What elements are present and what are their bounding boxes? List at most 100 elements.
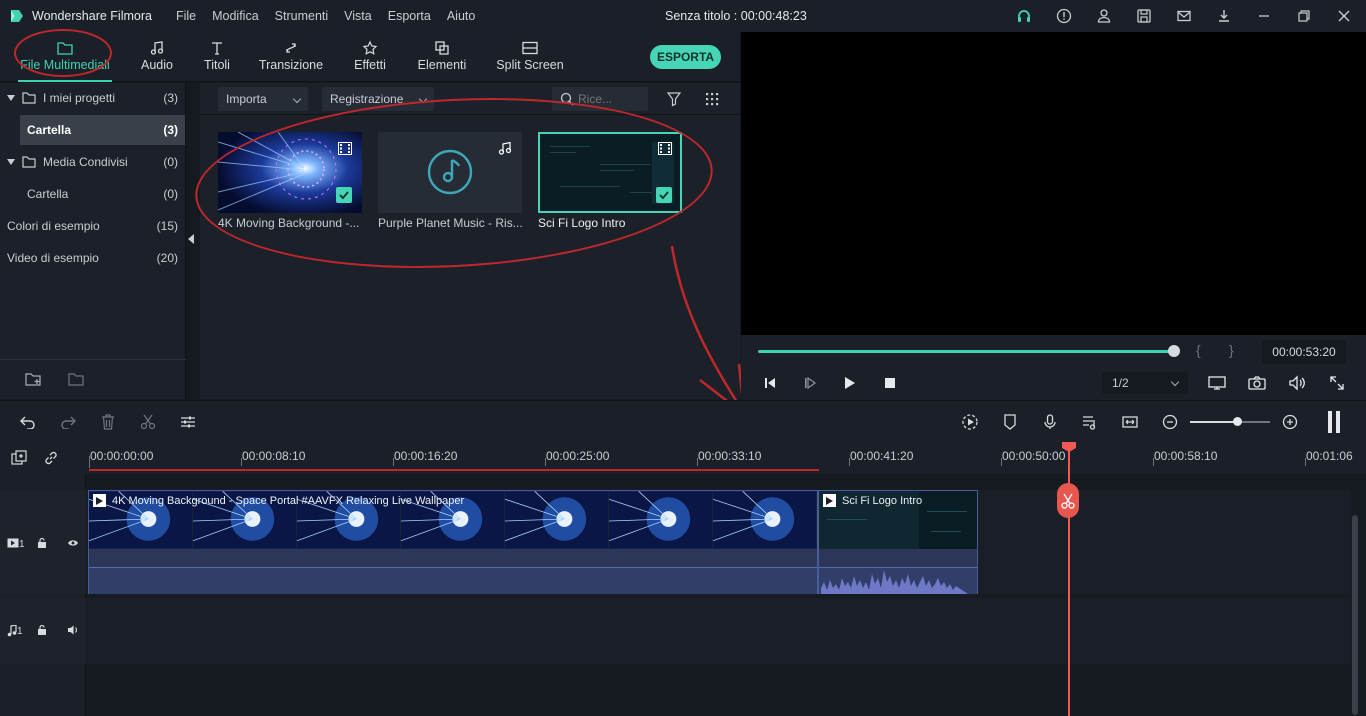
render-preview-icon[interactable] [960,412,980,432]
volume-icon[interactable] [1287,373,1307,393]
info-icon[interactable] [1054,6,1074,26]
user-icon[interactable] [1094,6,1114,26]
snapshot-icon[interactable] [1247,373,1267,393]
close-icon[interactable] [1334,6,1354,26]
sidebar-item-count: (3) [163,123,178,137]
headset-icon[interactable] [1014,6,1034,26]
audio-mixer-icon[interactable] [1080,412,1100,432]
download-icon[interactable] [1214,6,1234,26]
play-icon[interactable] [840,373,860,393]
menu-modifica[interactable]: Modifica [212,9,259,23]
add-track-icon[interactable] [11,450,27,466]
import-dropdown[interactable]: Importa [218,87,308,111]
clip-frame [713,491,817,549]
marker-icon[interactable] [1000,412,1020,432]
preview-progress[interactable] [758,350,1174,353]
scissors-icon [1061,493,1075,509]
tab-elementi[interactable]: Elementi [414,38,470,72]
clip-title-text: 4K Moving Background - Space Portal #AAV… [112,494,465,507]
ruler-label: 00:00:50:00 [1002,449,1066,463]
cut-icon[interactable] [138,412,158,432]
filter-icon[interactable] [666,91,682,107]
sidebar-item-count: (0) [163,155,178,169]
sidebar-item-colori-di-esempio[interactable]: Colori di esempio (15) [0,211,186,241]
sidebar-item-label: I miei progetti [43,91,116,105]
sidebar-item-cartella-condivisi[interactable]: Cartella (0) [0,179,186,209]
redo-icon[interactable] [58,412,78,432]
tab-titoli[interactable]: Titoli [200,38,234,72]
menu-file[interactable]: File [176,9,196,23]
split-at-playhead-button[interactable] [1057,483,1079,518]
step-back-icon[interactable] [760,373,780,393]
ruler-label: 00:00:00:00 [90,449,154,463]
timeline-ruler[interactable]: 00:00:00:00 00:00:08:10 00:00:16:20 00:0… [0,442,1366,474]
chevron-down-icon [292,94,302,104]
minimize-icon[interactable] [1254,6,1274,26]
mark-out-button[interactable]: } [1229,342,1234,358]
remove-folder-icon[interactable] [68,372,84,386]
step-forward-icon[interactable] [800,373,820,393]
audio-track-header: 1 [0,598,86,664]
expand-arrow-icon[interactable] [7,159,15,165]
filmora-logo-icon [11,10,23,22]
text-icon [200,38,234,58]
link-icon[interactable] [43,450,59,466]
sidebar-item-label: Cartella [27,123,72,137]
mail-icon[interactable] [1174,6,1194,26]
zoom-slider-handle[interactable] [1233,417,1242,426]
menu-esporta[interactable]: Esporta [388,9,431,23]
collapse-sidebar-icon[interactable] [188,234,194,244]
microphone-icon[interactable] [1040,412,1060,432]
eye-icon[interactable] [67,538,79,548]
mark-in-button[interactable]: { [1196,342,1201,358]
lock-icon[interactable] [37,624,47,636]
sidebar-item-media-condivisi[interactable]: Media Condivisi (0) [0,147,186,177]
new-folder-icon[interactable] [25,372,41,386]
sidebar-item-label: Cartella [27,187,69,201]
pause-icon[interactable] [1324,411,1344,433]
delete-icon[interactable] [98,412,118,432]
menu-aiuto[interactable]: Aiuto [447,9,476,23]
display-icon[interactable] [1207,373,1227,393]
music-note-icon [136,38,178,58]
fit-timeline-icon[interactable] [1120,412,1140,432]
progress-handle[interactable] [1168,345,1180,357]
audio-track-1[interactable] [87,598,1351,664]
zoom-slider[interactable] [1190,417,1270,426]
video-clip-4k-background[interactable]: 4K Moving Background - Space Portal #AAV… [88,490,818,594]
video-clip-sci-fi-logo-intro[interactable]: Sci Fi Logo Intro [818,490,978,594]
undo-icon[interactable] [18,412,38,432]
window-icons [994,6,1354,26]
ratio-value: 1/2 [1112,376,1129,390]
sidebar-item-cartella-progetti[interactable]: Cartella (3) [20,115,185,145]
sidebar-item-label: Media Condivisi [43,155,128,169]
tab-audio[interactable]: Audio [136,38,178,72]
lock-icon[interactable] [37,537,47,549]
timeline-vertical-scrollbar[interactable] [1352,515,1358,715]
zoom-in-icon[interactable] [1280,412,1300,432]
sidebar-item-count: (15) [156,219,178,233]
menu-strumenti[interactable]: Strumenti [275,9,329,23]
stop-icon[interactable] [880,373,900,393]
restore-icon[interactable] [1294,6,1314,26]
export-button[interactable]: ESPORTA [650,45,721,69]
tab-split-screen[interactable]: Split Screen [494,38,566,72]
preview-quality-select[interactable]: 1/2 [1102,372,1188,394]
tab-label: Split Screen [496,58,564,72]
grid-view-icon[interactable] [704,91,720,107]
tab-transizione[interactable]: Transizione [258,38,324,72]
tab-effetti[interactable]: Effetti [350,38,390,72]
zoom-out-icon[interactable] [1160,412,1180,432]
clip-title-text: Sci Fi Logo Intro [842,494,923,507]
tab-label: Effetti [354,58,386,72]
expand-arrow-icon[interactable] [7,95,15,101]
adjust-icon[interactable] [178,412,198,432]
ruler-label: 00:00:58:10 [1154,449,1218,463]
speaker-icon[interactable] [67,625,79,635]
sidebar-item-video-di-esempio[interactable]: Video di esempio (20) [0,243,186,273]
menu-vista[interactable]: Vista [344,9,372,23]
sidebar-item-i-miei-progetti[interactable]: I miei progetti (3) [0,83,186,113]
clip-title: Sci Fi Logo Intro [823,494,922,507]
save-icon[interactable] [1134,6,1154,26]
fullscreen-icon[interactable] [1327,373,1347,393]
